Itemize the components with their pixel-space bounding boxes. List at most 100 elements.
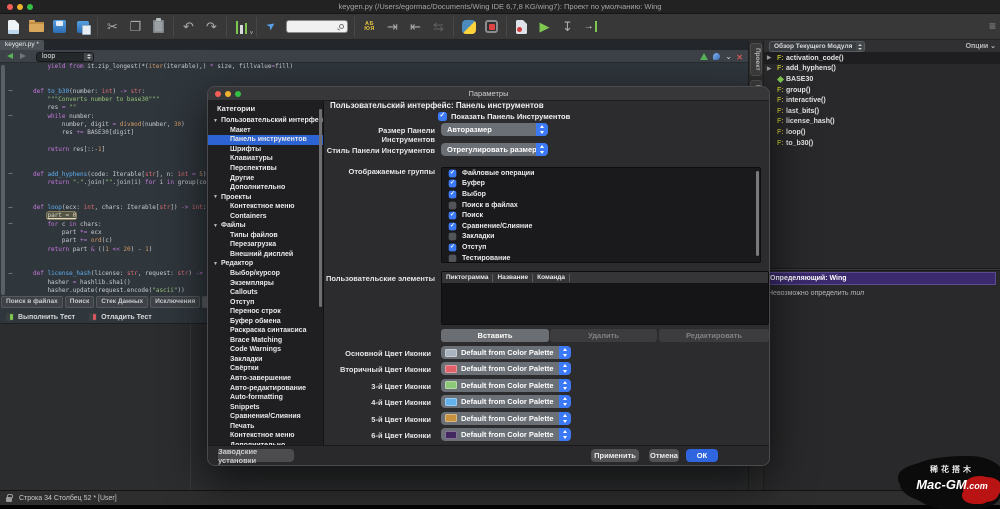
category-row[interactable]: ▼Редактор (208, 259, 323, 269)
group-checkbox[interactable] (449, 169, 457, 177)
tool-tab-0[interactable]: Поиск в файлах (1, 296, 63, 308)
group-checkbox[interactable] (449, 180, 457, 188)
debug-marker-icon[interactable] (713, 53, 720, 60)
show-toolbar-checkbox[interactable] (438, 112, 447, 121)
icon-color-dropdown-3[interactable]: Default from Color Palette (441, 395, 571, 408)
expander-icon[interactable]: ▶ (767, 66, 771, 72)
nav-back-icon[interactable] (7, 53, 13, 59)
replace-case-button[interactable]: АБЮЯ (358, 15, 381, 38)
category-row[interactable]: Auto-formatting (208, 393, 323, 403)
new-file-button[interactable] (2, 15, 25, 38)
group-checkbox[interactable] (449, 201, 457, 209)
group-row[interactable]: Буфер (442, 179, 760, 190)
category-row[interactable]: Экземпляры (208, 278, 323, 288)
chevron-down-icon[interactable]: ⌄ (725, 52, 732, 61)
category-row[interactable]: Callouts (208, 288, 323, 298)
category-row[interactable]: Выбор/курсор (208, 269, 323, 279)
editor-scrollbar[interactable] (1, 65, 5, 295)
symbol-dropdown[interactable]: loop (36, 52, 94, 62)
options-menu[interactable]: Опции ⌄ (966, 42, 996, 50)
category-row[interactable]: Containers (208, 211, 323, 221)
paste-button[interactable] (147, 15, 170, 38)
toolbar-groups-list[interactable]: Файловые операцииБуферВыборПоиск в файла… (441, 167, 761, 263)
step-into-button[interactable]: → (579, 15, 602, 38)
warning-triangle-icon[interactable] (700, 53, 708, 60)
editor-tab-keygen[interactable]: keygen.py * (0, 40, 44, 50)
indent-left-button[interactable]: ⇤ (404, 15, 427, 38)
breakpoint-file-button[interactable] (510, 15, 533, 38)
symbol-row[interactable]: F:loop() (764, 127, 1000, 138)
group-checkbox[interactable] (449, 244, 457, 252)
custom-elements-table[interactable]: ПиктограммаНазваниеКоманда (441, 271, 769, 325)
stop-debug-button[interactable] (480, 15, 503, 38)
category-row[interactable]: Авто-завершение (208, 374, 323, 384)
category-row[interactable]: Code Warnings (208, 345, 323, 355)
save-button[interactable] (48, 15, 71, 38)
side-tab-0[interactable]: Проект (750, 43, 762, 76)
cut-button[interactable]: ✂ (101, 15, 124, 38)
group-checkbox[interactable] (449, 212, 457, 220)
group-checkbox[interactable] (449, 191, 457, 199)
test-action-1[interactable]: Отладить Тест (89, 313, 152, 321)
category-row[interactable]: Закладки (208, 355, 323, 365)
category-row[interactable]: Перенос строк (208, 307, 323, 317)
symbol-row[interactable]: F:group() (764, 85, 1000, 96)
indent-right-button[interactable]: ⇥ (381, 15, 404, 38)
category-row[interactable]: Типы файлов (208, 231, 323, 241)
symbol-row[interactable]: F:to_b30() (764, 138, 1000, 149)
redo-button[interactable]: ↷ (200, 15, 223, 38)
tool-tab-1[interactable]: Поиск (65, 296, 95, 308)
category-row[interactable]: ▼Пользовательский интерфейс (208, 116, 323, 126)
group-row[interactable]: Тестирование (442, 253, 760, 263)
category-row[interactable]: Перезагрузка (208, 240, 323, 250)
fold-marker[interactable]: − (8, 221, 15, 228)
category-row[interactable]: Контекстное меню (208, 431, 323, 441)
close-editor-icon[interactable]: ✕ (736, 53, 743, 62)
group-row[interactable]: Поиск в файлах (442, 200, 760, 211)
toolbar-size-dropdown[interactable]: Авторазмер (441, 123, 548, 136)
category-row[interactable]: Внешний дисплей (208, 250, 323, 260)
table-button-0[interactable]: Вставить (441, 329, 549, 342)
icon-color-dropdown-5[interactable]: Default from Color Palette (441, 428, 571, 441)
symbol-row[interactable]: ▶F:add_hyphens() (764, 64, 1000, 75)
open-file-button[interactable] (25, 15, 48, 38)
cancel-button[interactable]: Отмена (649, 449, 679, 462)
search-pointer-button[interactable]: ➤ (260, 15, 283, 38)
icon-color-dropdown-0[interactable]: Default from Color Palette (441, 346, 571, 359)
group-row[interactable]: Отступ (442, 242, 760, 253)
category-row[interactable]: Snippets (208, 402, 323, 412)
category-row[interactable]: Панель инструментов (208, 135, 323, 145)
symbol-row[interactable]: F:license_hash() (764, 117, 1000, 128)
step-over-button[interactable]: ↧ (556, 15, 579, 38)
category-row[interactable]: ▼Файлы (208, 221, 323, 231)
icon-color-dropdown-1[interactable]: Default from Color Palette (441, 362, 571, 375)
test-action-0[interactable]: Выполнить Тест (6, 313, 75, 321)
category-row[interactable]: Перспективы (208, 164, 323, 174)
python-shell-button[interactable] (457, 15, 480, 38)
group-row[interactable]: Файловые операции (442, 168, 760, 179)
group-row[interactable]: Закладки (442, 232, 760, 243)
symbol-row[interactable]: F:interactive() (764, 95, 1000, 106)
group-row[interactable]: Поиск (442, 210, 760, 221)
category-row[interactable]: Макет (208, 126, 323, 136)
table-column-header[interactable]: Пиктограмма (442, 274, 493, 282)
symbol-row[interactable]: F:last_bits() (764, 106, 1000, 117)
group-checkbox[interactable] (449, 222, 457, 230)
toolbar-style-dropdown[interactable]: Отрегулировать размер (441, 143, 548, 156)
panel-splitter[interactable] (764, 268, 1000, 271)
category-row[interactable]: Клавиатуры (208, 154, 323, 164)
category-row[interactable]: Отступ (208, 297, 323, 307)
table-column-header[interactable]: Название (493, 274, 533, 282)
category-row[interactable]: Свёртки (208, 364, 323, 374)
tool-tab-2[interactable]: Стек Данных (96, 296, 148, 308)
indent-settings-button[interactable]: ˅ (230, 15, 253, 38)
save-as-button[interactable] (71, 15, 94, 38)
ok-button[interactable]: ОК (686, 449, 718, 462)
table-column-header[interactable]: Команда (533, 274, 570, 282)
toolbar-search-input[interactable] (286, 20, 348, 33)
icon-color-dropdown-2[interactable]: Default from Color Palette (441, 379, 571, 392)
tree-expander-icon[interactable]: ▼ (213, 223, 218, 229)
copy-button[interactable]: ❐ (124, 15, 147, 38)
fold-marker[interactable]: − (8, 88, 15, 95)
symbol-row[interactable]: ▶F:activation_code() (764, 53, 1000, 64)
